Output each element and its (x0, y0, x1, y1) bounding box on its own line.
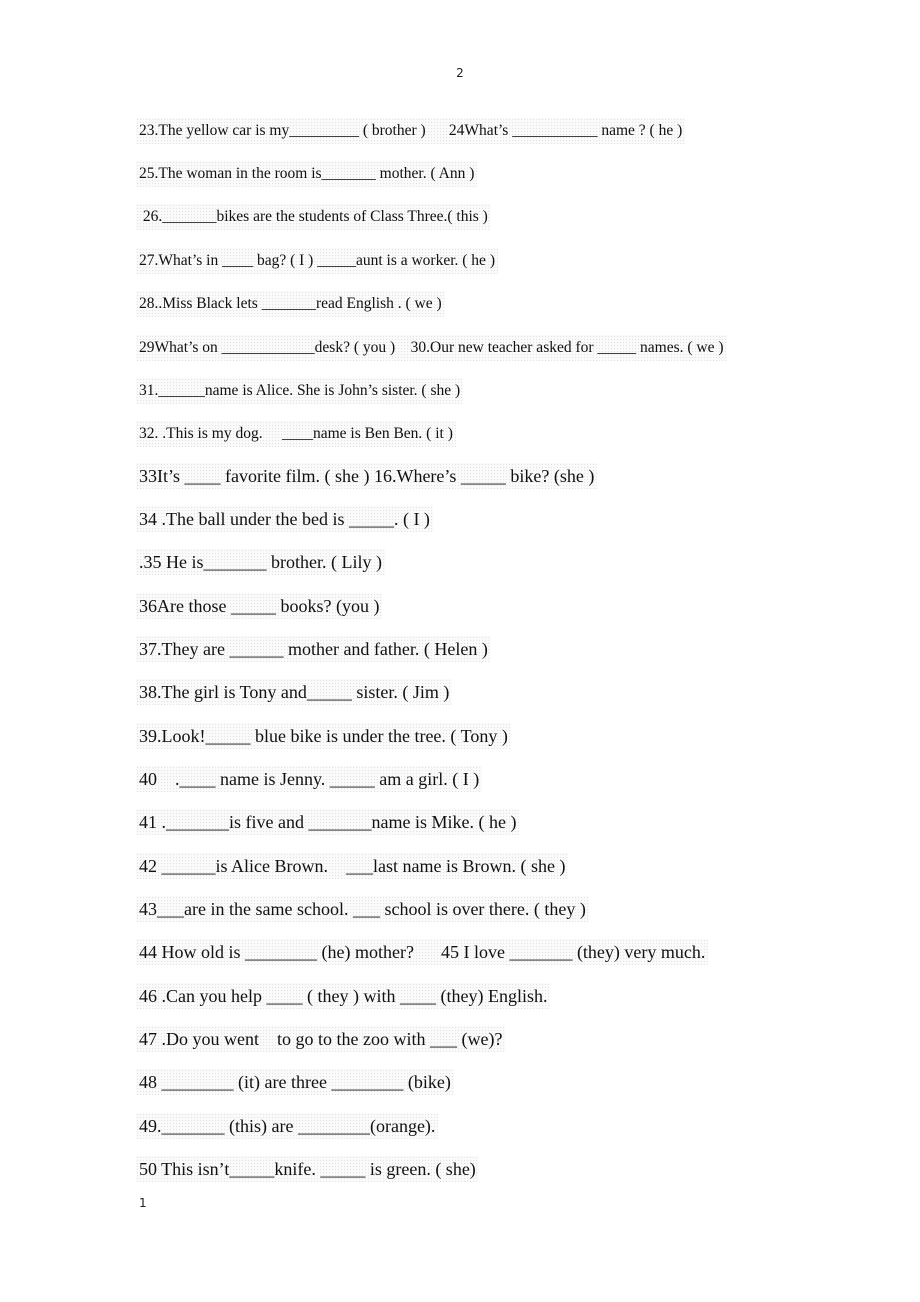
exercise-line-25: 25.The woman in the room is_______ mothe… (136, 161, 478, 187)
exercise-line-40: 40 .____ name is Jenny. _____ am a girl.… (136, 766, 483, 792)
exercise-line-36: 36Are those _____ books? (you ) (136, 593, 383, 619)
exercise-line-35: .35 He is_______ brother. ( Lily ) (136, 549, 385, 575)
exercise-line-43: 43___are in the same school. ___ school … (136, 896, 589, 922)
exercise-line-47: 47 .Do you went to go to the zoo with __… (136, 1026, 506, 1052)
exercise-line-26: 26._______bikes are the students of Clas… (136, 204, 491, 230)
exercise-line-27: 27.What’s in ____ bag? ( I ) _____aunt i… (136, 248, 498, 274)
exercise-line-46: 46 .Can you help ____ ( they ) with ____… (136, 983, 551, 1009)
exercise-line-39: 39.Look!_____ blue bike is under the tre… (136, 723, 511, 749)
exercise-line-41: 41 ._______is five and _______name is Mi… (136, 809, 520, 835)
page-number-top: 2 (456, 66, 464, 80)
exercise-line-42: 42 ______is Alice Brown. ___last name is… (136, 853, 569, 879)
exercise-line-29-30: 29What’s on ____________desk? ( you ) 30… (136, 335, 727, 361)
exercise-line-48: 48 ________ (it) are three ________ (bik… (136, 1069, 454, 1095)
page-number-bottom: 1 (139, 1196, 147, 1210)
exercise-line-28: 28..Miss Black lets _______read English … (136, 291, 445, 317)
exercise-line-38: 38.The girl is Tony and_____ sister. ( J… (136, 679, 453, 705)
exercise-line-44-45: 44 How old is ________ (he) mother? 45 I… (136, 939, 709, 965)
exercise-line-33: 33It’s ____ favorite film. ( she ) 16.Wh… (136, 463, 598, 489)
exercise-line-23-24: 23.The yellow car is my_________ ( broth… (136, 118, 686, 144)
exercise-line-34: 34 .The ball under the bed is _____. ( I… (136, 506, 433, 532)
exercise-line-37: 37.They are ______ mother and father. ( … (136, 636, 491, 662)
exercise-line-31: 31.______name is Alice. She is John’s si… (136, 378, 464, 404)
exercise-line-49: 49._______ (this) are ________(orange). (136, 1113, 439, 1139)
exercise-line-50: 50 This isn’t_____knife. _____ is green.… (136, 1156, 479, 1182)
exercise-line-32: 32. .This is my dog. ____name is Ben Ben… (136, 421, 456, 447)
